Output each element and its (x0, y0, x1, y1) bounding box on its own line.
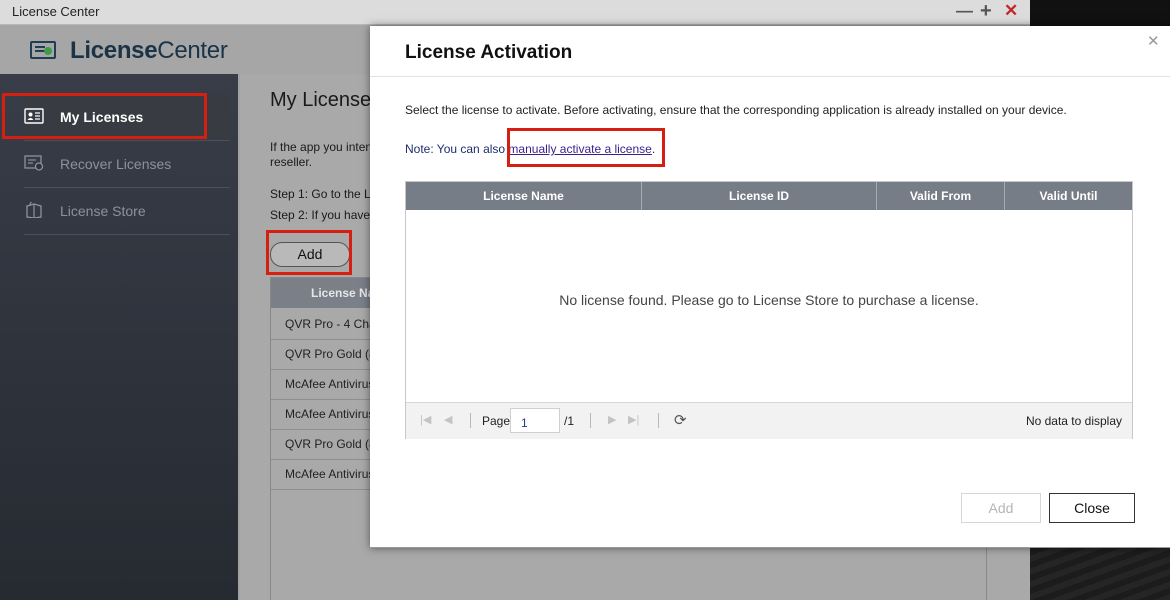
dialog-description: Select the license to activate. Before a… (405, 103, 1067, 117)
column-header-license-id[interactable]: License ID (642, 182, 877, 210)
minimize-icon[interactable]: — (956, 1, 973, 21)
license-certificate-icon (30, 41, 56, 59)
license-name-cell: McAfee Antivirus (285, 407, 375, 421)
license-activation-dialog: License Activation ✕ Select the license … (370, 26, 1170, 548)
sidebar: My Licenses Recover Licenses License Sto… (0, 74, 238, 600)
maximize-icon[interactable]: + (980, 1, 992, 21)
column-header-valid-from[interactable]: Valid From (877, 182, 1005, 210)
page-number-input[interactable] (510, 408, 560, 433)
step2-text: Step 2: If you have (270, 208, 371, 222)
sidebar-item-label: Recover Licenses (60, 156, 172, 172)
window-title: License Center (12, 4, 100, 19)
license-name-cell: McAfee Antivirus (285, 377, 375, 391)
highlight-box-my-licenses (2, 93, 207, 139)
pager-separator (658, 413, 659, 428)
refresh-icon[interactable]: ⟳ (674, 411, 687, 429)
empty-grid-message: No license found. Please go to License S… (559, 292, 979, 308)
logo-light-text: Center (157, 37, 228, 64)
grid-header: License Name License ID Valid From Valid… (406, 182, 1132, 210)
recover-icon (24, 155, 44, 171)
pager-status: No data to display (1025, 414, 1122, 428)
note-prefix: Note: You can also (405, 142, 509, 156)
dialog-divider (370, 76, 1170, 77)
pager-separator (590, 413, 591, 428)
column-header-valid-until[interactable]: Valid Until (1005, 182, 1132, 210)
sidebar-item-recover-licenses[interactable]: Recover Licenses (24, 141, 230, 188)
sidebar-item-label: License Store (60, 203, 146, 219)
last-page-icon[interactable]: ▶| (628, 413, 639, 426)
store-bag-icon (26, 202, 42, 218)
sidebar-item-license-store[interactable]: License Store (24, 188, 230, 235)
window-titlebar: License Center — + ✕ (0, 0, 1030, 25)
app-logo: LicenseCenter (70, 37, 228, 65)
page-title: My Licenses (270, 89, 382, 111)
close-window-icon[interactable]: ✕ (1004, 1, 1018, 21)
dialog-title: License Activation (405, 42, 573, 63)
intro-text-line2: reseller. (270, 155, 313, 169)
highlight-box-manual-link (507, 128, 665, 167)
dialog-close-icon[interactable]: ✕ (1147, 32, 1160, 50)
previous-page-icon[interactable]: ◀ (444, 413, 452, 426)
dialog-add-button[interactable]: Add (961, 493, 1041, 523)
first-page-icon[interactable]: |◀ (420, 413, 431, 426)
dialog-close-button[interactable]: Close (1049, 493, 1135, 523)
pager-separator (470, 413, 471, 428)
license-activation-grid: License Name License ID Valid From Valid… (405, 181, 1133, 439)
grid-pager: |◀ ◀ Page /1 ▶ ▶| ⟳ No data to display (406, 402, 1132, 439)
page-total: /1 (564, 414, 575, 428)
next-page-icon[interactable]: ▶ (608, 413, 616, 426)
column-header-license-name[interactable]: License Name (406, 182, 642, 210)
highlight-box-add-button (266, 230, 352, 275)
license-name-cell: McAfee Antivirus (285, 467, 375, 481)
page-label: Page (482, 414, 511, 428)
logo-bold-text: License (70, 37, 158, 64)
